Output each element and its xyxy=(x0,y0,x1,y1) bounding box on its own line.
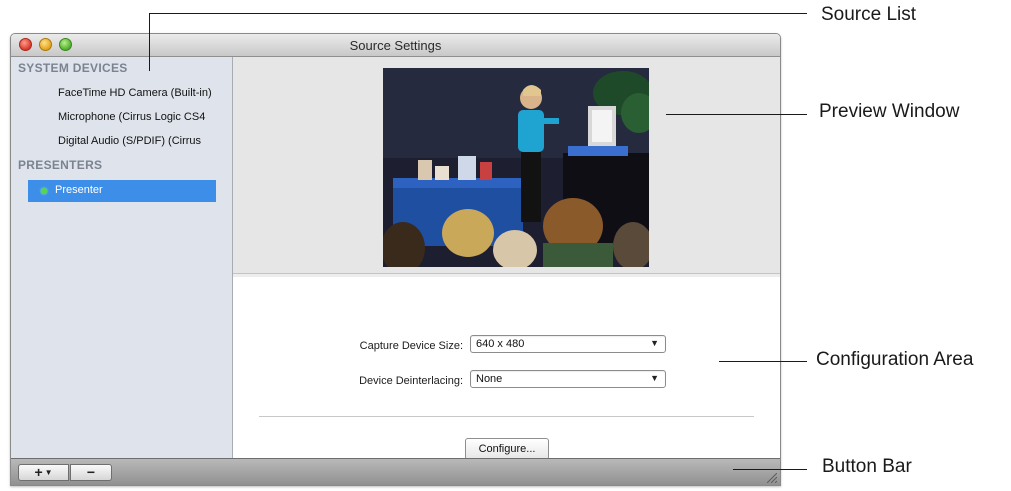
source-settings-window: Source Settings SYSTEM DEVICES FaceTime … xyxy=(10,33,781,486)
sidebar-item-presenter[interactable]: Presenter xyxy=(28,180,216,202)
video-preview xyxy=(383,68,649,267)
dropdown-arrow-icon: ▼ xyxy=(650,338,659,348)
divider xyxy=(259,416,754,417)
source-list: SYSTEM DEVICES FaceTime HD Camera (Built… xyxy=(11,57,233,458)
window-title: Source Settings xyxy=(349,38,442,53)
resize-grip-icon[interactable] xyxy=(767,473,777,483)
sidebar-item-label: Presenter xyxy=(55,184,103,196)
configure-button[interactable]: Configure... xyxy=(465,438,549,460)
preview-window xyxy=(233,57,780,274)
title-bar[interactable]: Source Settings xyxy=(11,34,780,57)
presenters-header: PRESENTERS xyxy=(18,158,103,172)
plus-icon: + xyxy=(34,464,43,480)
presenter-video-image xyxy=(383,68,649,267)
capture-size-label: Capture Device Size: xyxy=(359,340,463,352)
capture-size-value: 640 x 480 xyxy=(476,338,525,350)
remove-source-button[interactable]: − xyxy=(70,464,112,481)
sidebar-item-digital-audio[interactable]: Digital Audio (S/PDIF) (Cirrus xyxy=(58,135,228,147)
system-devices-header: SYSTEM DEVICES xyxy=(18,61,128,75)
source-list-callout: Source List xyxy=(821,4,917,25)
preview-window-leader xyxy=(666,114,807,115)
source-list-leader-horizontal xyxy=(149,13,807,14)
minus-icon: − xyxy=(86,464,96,480)
sidebar-item-camera[interactable]: FaceTime HD Camera (Built-in) xyxy=(58,87,228,99)
sidebar-item-microphone[interactable]: Microphone (Cirrus Logic CS4 xyxy=(58,111,228,123)
button-bar-leader xyxy=(733,469,807,470)
source-list-leader-vertical xyxy=(149,13,150,71)
configuration-area-callout: Configuration Area xyxy=(816,349,974,370)
deinterlace-label: Device Deinterlacing: xyxy=(359,375,463,387)
deinterlace-value: None xyxy=(476,373,503,385)
dropdown-caret-icon: ▼ xyxy=(44,468,53,477)
configuration-area: Capture Device Size: 640 x 480 ▼ Device … xyxy=(233,277,780,460)
deinterlace-select[interactable]: None ▼ xyxy=(470,370,666,388)
button-bar-callout: Button Bar xyxy=(822,456,912,477)
status-dot-icon xyxy=(41,188,47,194)
button-bar: + ▼ − xyxy=(11,458,780,485)
add-source-button[interactable]: + ▼ xyxy=(18,464,69,481)
dropdown-arrow-icon: ▼ xyxy=(650,373,659,383)
preview-window-callout: Preview Window xyxy=(819,101,960,122)
configuration-area-leader xyxy=(719,361,807,362)
capture-size-select[interactable]: 640 x 480 ▼ xyxy=(470,335,666,353)
